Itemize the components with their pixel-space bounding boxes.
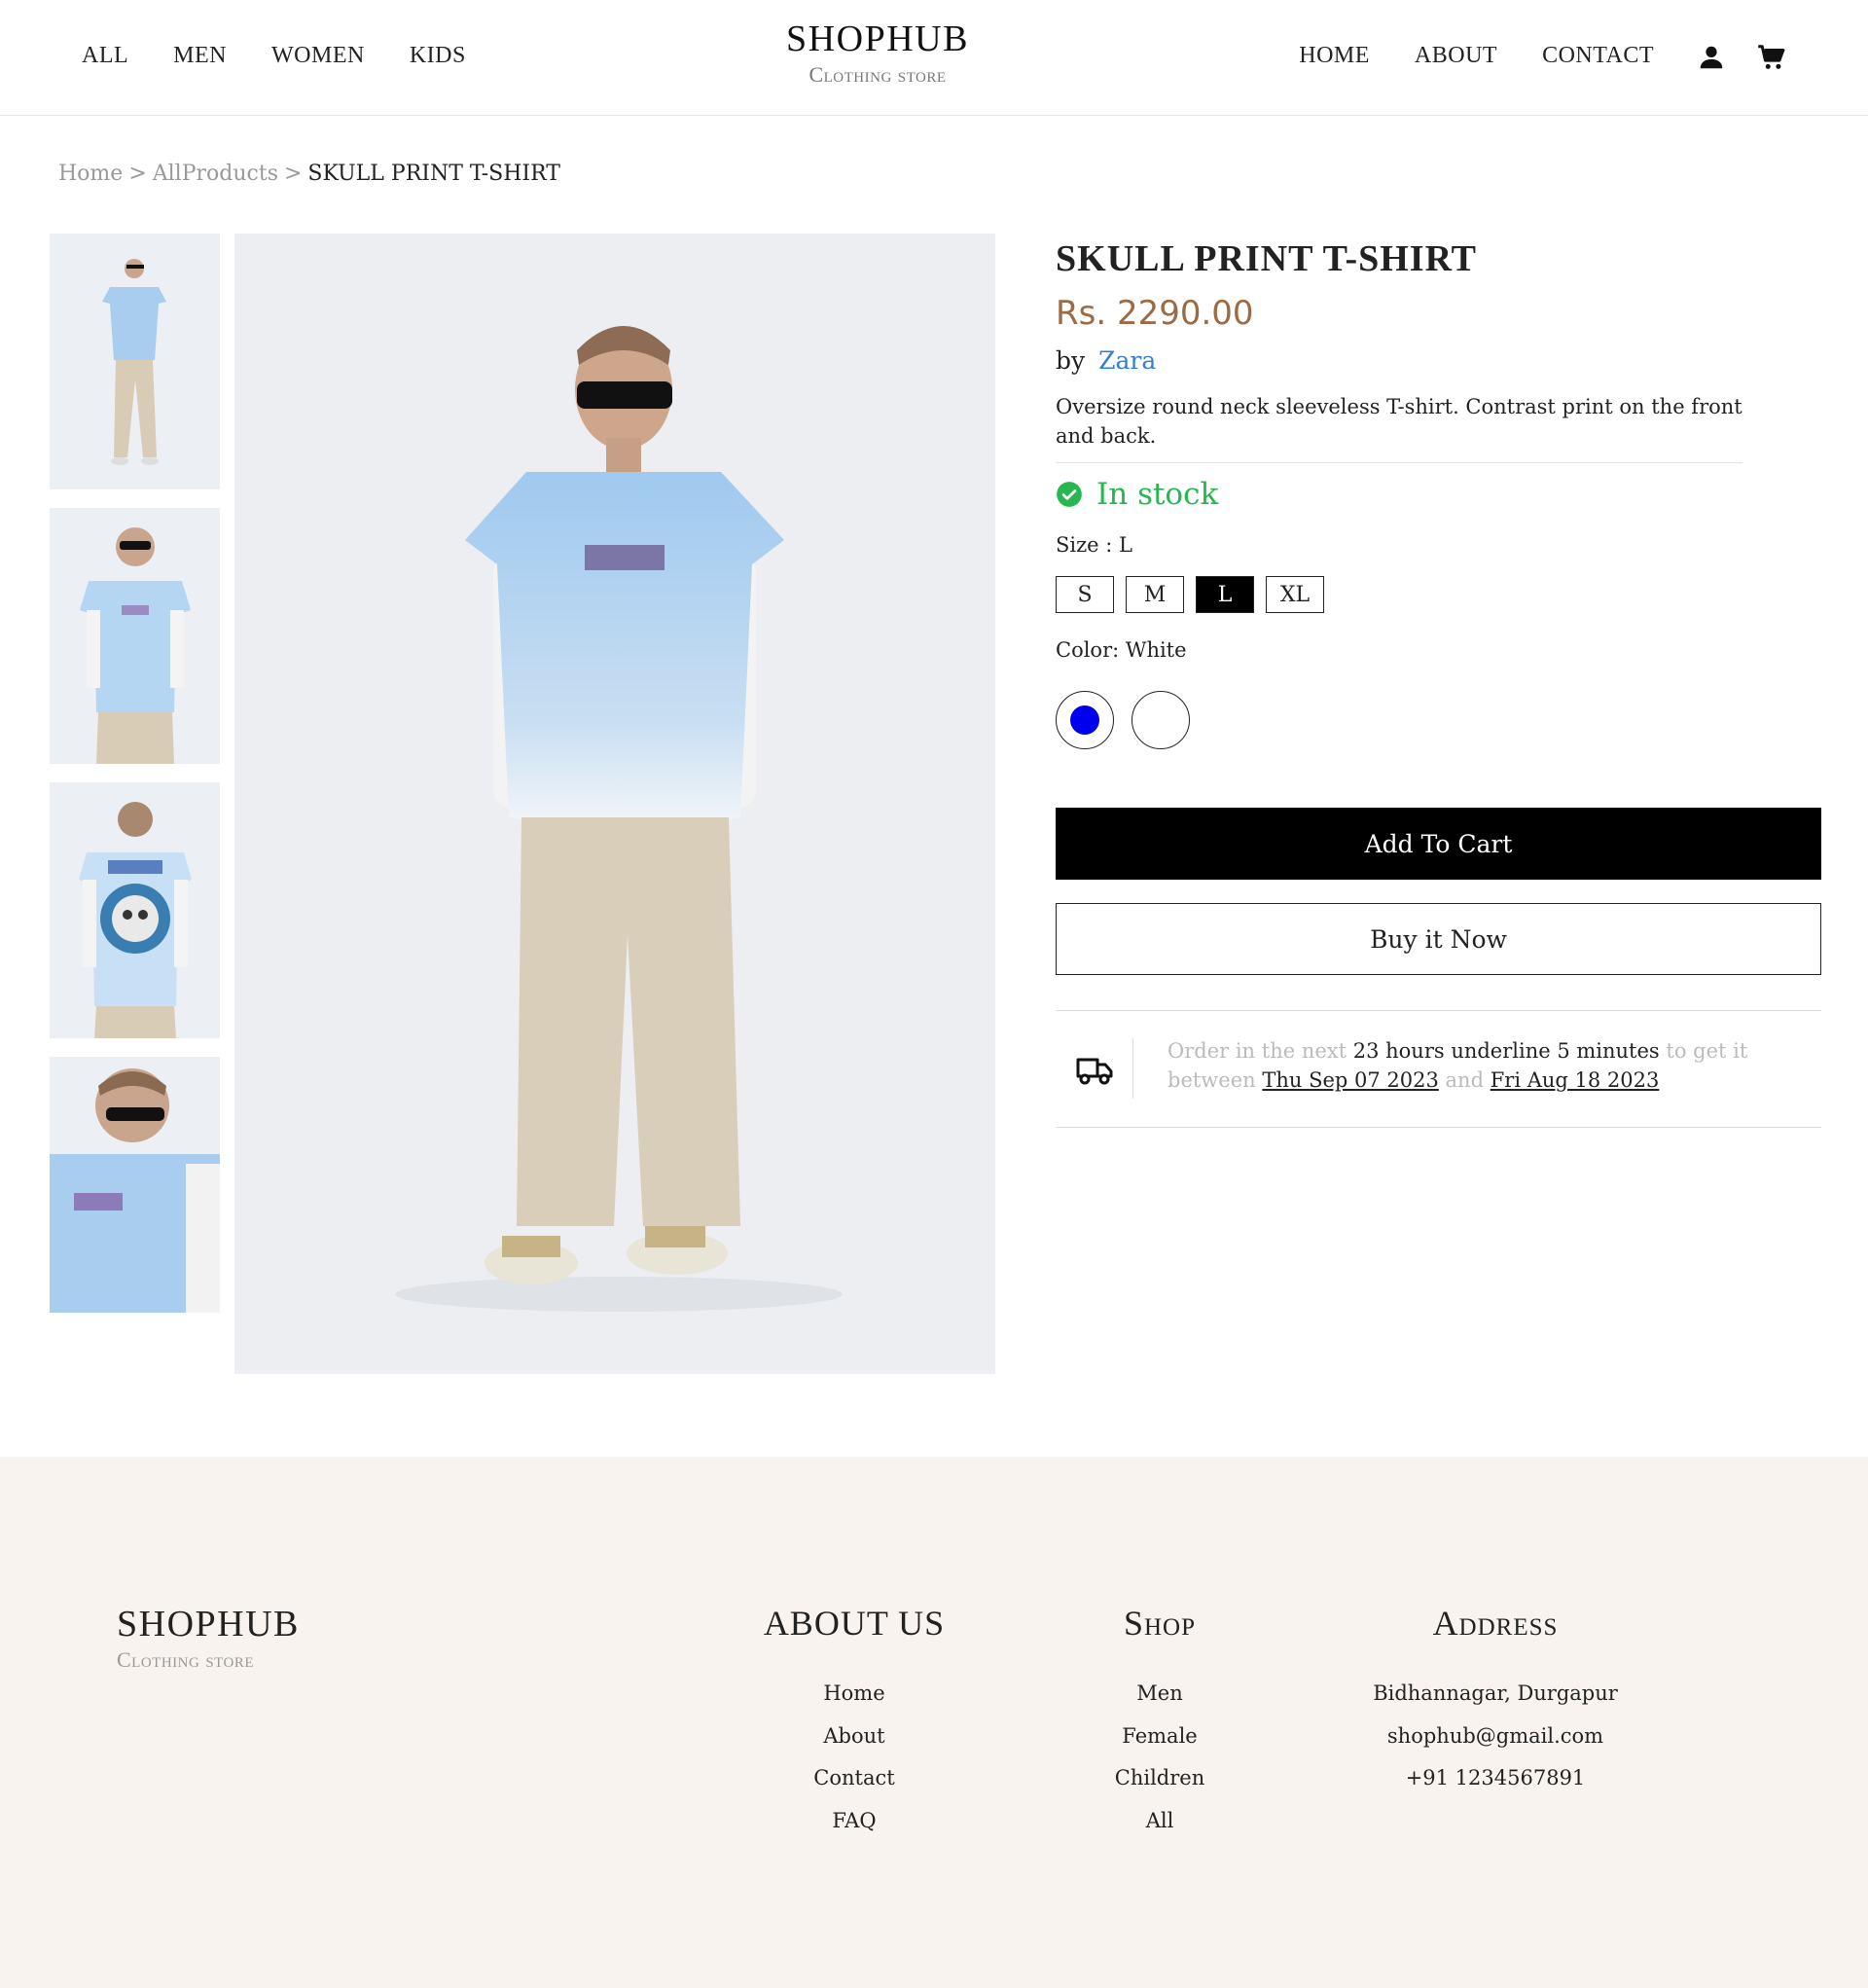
breadcrumb-separator: > — [283, 162, 303, 186]
cart-icon[interactable] — [1757, 43, 1786, 72]
size-option-m[interactable]: M — [1126, 576, 1184, 613]
footer-link-about[interactable]: About — [757, 1716, 952, 1758]
color-dot — [1146, 705, 1175, 735]
by-label: by — [1056, 346, 1086, 375]
footer-link-children[interactable]: Children — [1062, 1757, 1257, 1800]
footer-logo[interactable]: SHOPHUB Clothing store — [117, 1603, 300, 1673]
category-nav: ALL MEN WOMEN KIDS — [82, 43, 466, 69]
user-icon[interactable] — [1697, 43, 1726, 72]
breadcrumb-separator: > — [128, 162, 147, 186]
footer-link-faq[interactable]: FAQ — [757, 1800, 952, 1843]
logo-title: SHOPHUB — [786, 18, 969, 59]
buy-now-button[interactable]: Buy it Now — [1056, 903, 1821, 975]
logo-subtitle: Clothing store — [808, 62, 947, 87]
color-swatch-white[interactable] — [1132, 691, 1190, 749]
footer-logo-title: SHOPHUB — [117, 1604, 300, 1645]
footer-address-column: Address Bidhannagar, Durgapur shophub@gm… — [1349, 1603, 1641, 1800]
product-price: Rs. 2290.00 — [1056, 294, 1254, 333]
breadcrumb-all-products[interactable]: AllProducts — [153, 162, 278, 186]
product-info: SKULL PRINT T-SHIRT Rs. 2290.00 by Zara O… — [1056, 234, 1821, 1128]
footer-shop-column: Shop Men Female Children All — [1062, 1603, 1257, 1842]
product-brand-line: by Zara — [1056, 346, 1821, 375]
footer-shop-title: Shop — [1123, 1604, 1197, 1643]
breadcrumb: Home > AllProducts > SKULL PRINT T-SHIRT — [58, 162, 560, 186]
footer-about-title: ABOUT US — [763, 1604, 946, 1643]
color-swatch-blue[interactable] — [1056, 691, 1114, 749]
product-description: Oversize round neck sleeveless T-shirt. … — [1056, 392, 1742, 463]
nav-about[interactable]: ABOUT — [1415, 43, 1497, 69]
nav-kids[interactable]: KIDS — [410, 43, 466, 69]
nav-women[interactable]: WOMEN — [271, 43, 365, 69]
delivery-date-to: Fri Aug 18 2023 — [1490, 1068, 1660, 1092]
delivery-prefix: Order in the next — [1168, 1039, 1353, 1063]
site-header: ALL MEN WOMEN KIDS SHOPHUB Clothing stor… — [0, 0, 1868, 116]
delivery-estimate: Order in the next 23 hours underline 5 m… — [1056, 1010, 1821, 1128]
thumbnail-2[interactable] — [50, 508, 220, 764]
stock-text: In stock — [1096, 477, 1219, 512]
nav-home[interactable]: HOME — [1299, 43, 1370, 69]
main-nav: HOME ABOUT CONTACT — [1299, 43, 1654, 69]
thumbnail-3[interactable] — [50, 782, 220, 1038]
thumbnail-1[interactable] — [50, 234, 220, 489]
footer-address-line: Bidhannagar, Durgapur — [1373, 1681, 1618, 1705]
site-logo[interactable]: SHOPHUB Clothing store — [739, 18, 1016, 88]
footer-link-contact[interactable]: Contact — [757, 1757, 952, 1800]
add-to-cart-button[interactable]: Add To Cart — [1056, 808, 1821, 880]
size-option-l[interactable]: L — [1196, 576, 1254, 613]
delivery-divider — [1132, 1038, 1133, 1099]
footer-email: shophub@gmail.com — [1386, 1723, 1604, 1748]
footer-link-home[interactable]: Home — [757, 1673, 952, 1716]
delivery-and: and — [1438, 1068, 1491, 1092]
thumbnail-gallery — [50, 234, 220, 1331]
footer-phone: +91 1234567891 — [1405, 1766, 1586, 1789]
stock-status: In stock — [1056, 477, 1821, 512]
size-option-s[interactable]: S — [1056, 576, 1114, 613]
product-title: SKULL PRINT T-SHIRT — [1056, 238, 1478, 279]
delivery-countdown: 23 hours underline 5 minutes — [1352, 1039, 1660, 1063]
footer-logo-subtitle: Clothing store — [117, 1647, 255, 1672]
color-label: Color: White — [1056, 638, 1187, 662]
check-circle-icon — [1056, 481, 1083, 508]
nav-men[interactable]: MEN — [173, 43, 227, 69]
footer-about-column: ABOUT US Home About Contact FAQ — [757, 1603, 952, 1842]
nav-contact[interactable]: CONTACT — [1542, 43, 1654, 69]
size-label: Size : L — [1056, 533, 1132, 557]
footer-link-female[interactable]: Female — [1062, 1716, 1257, 1758]
footer-link-all[interactable]: All — [1062, 1800, 1257, 1843]
footer-address-title: Address — [1432, 1604, 1559, 1643]
delivery-date-from: Thu Sep 07 2023 — [1262, 1068, 1439, 1092]
site-footer: SHOPHUB Clothing store ABOUT US Home Abo… — [0, 1457, 1868, 1988]
footer-link-men[interactable]: Men — [1062, 1673, 1257, 1716]
breadcrumb-current: SKULL PRINT T-SHIRT — [307, 162, 560, 186]
brand-link[interactable]: Zara — [1098, 346, 1156, 375]
breadcrumb-home[interactable]: Home — [58, 162, 123, 186]
thumbnail-4[interactable] — [50, 1057, 220, 1313]
main-product-image[interactable] — [234, 234, 995, 1374]
truck-icon — [1075, 1051, 1114, 1088]
size-option-xl[interactable]: XL — [1266, 576, 1324, 613]
nav-all[interactable]: ALL — [82, 43, 128, 69]
color-selector — [1056, 691, 1821, 749]
color-dot — [1070, 705, 1099, 735]
delivery-text: Order in the next 23 hours underline 5 m… — [1168, 1036, 1751, 1095]
size-selector: S M L XL — [1056, 576, 1821, 613]
